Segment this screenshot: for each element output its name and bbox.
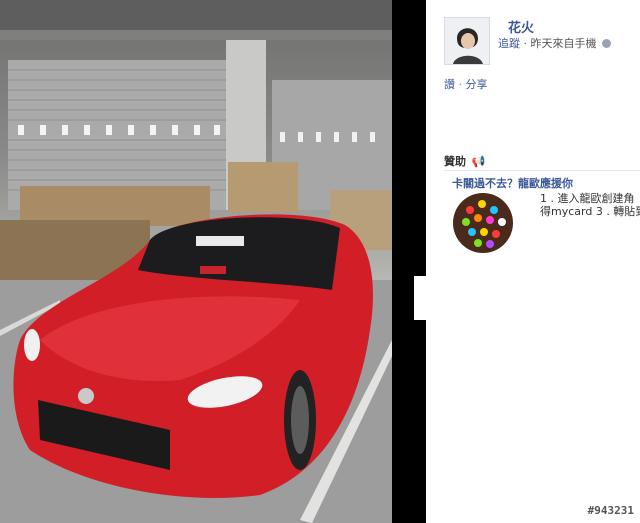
parking-garage-car-photo	[0, 0, 392, 523]
ad-title-link[interactable]: 卡關過不去？龍歐應援你	[452, 175, 573, 191]
ad-image[interactable]	[452, 192, 514, 254]
watermark-id: #943231	[587, 504, 634, 517]
post-timestamp: · 昨天來自手機	[520, 37, 597, 50]
viewer-divider	[392, 0, 426, 523]
like-link[interactable]: 讚	[444, 78, 455, 91]
post-meta: 追蹤 · 昨天來自手機	[498, 35, 611, 51]
profile-photo-icon	[445, 18, 489, 64]
megaphone-icon: 📢	[471, 155, 486, 168]
action-separator: ·	[455, 78, 466, 91]
post-actions: 讚 · 分享	[444, 76, 488, 92]
candy-ball-icon	[453, 193, 513, 253]
avatar[interactable]	[444, 17, 490, 65]
globe-icon	[602, 39, 611, 48]
divider	[444, 170, 640, 171]
photo-viewer-image	[0, 0, 392, 523]
ad-body: 1 . 進入龍歐創建角 得mycard 3 . 轉貼到	[540, 192, 640, 218]
follow-link[interactable]: 追蹤	[498, 37, 520, 50]
post-side-panel: 花火 追蹤 · 昨天來自手機 讚 · 分享 贊助 📢 卡關過不去？龍歐應援你 1…	[426, 0, 640, 523]
ad-body-line-2: 得mycard 3 . 轉貼到	[540, 205, 640, 218]
author-name-link[interactable]: 花火	[508, 17, 534, 36]
ad-body-line-1: 1 . 進入龍歐創建角	[540, 192, 635, 205]
sponsored-label: 贊助	[444, 155, 466, 168]
sponsored-header: 贊助 📢	[444, 153, 486, 169]
share-link[interactable]: 分享	[466, 78, 488, 91]
